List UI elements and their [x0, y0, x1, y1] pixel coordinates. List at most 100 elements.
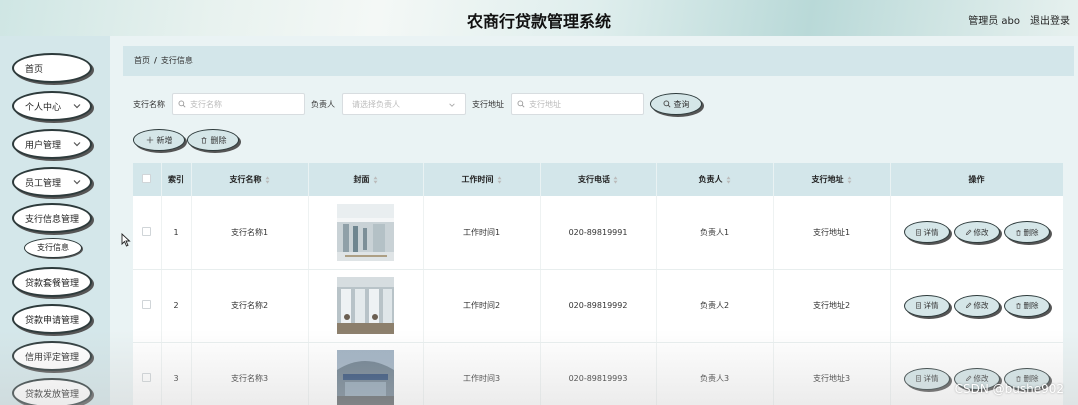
header-work-time[interactable]: 工作时间: [423, 163, 541, 196]
row-index: 2: [161, 269, 192, 343]
admin-username: 管理员 abo: [968, 16, 1020, 27]
row-work-time: 工作时间3: [423, 342, 541, 405]
row-branch-phone: 020-89819991: [540, 196, 657, 270]
sidebar-item-loan-apply[interactable]: 贷款申请管理: [12, 304, 92, 334]
row-manager: 负责人1: [656, 196, 774, 270]
logout-link[interactable]: 退出登录: [1030, 12, 1070, 27]
delete-button[interactable]: 删除: [1003, 221, 1050, 244]
edit-button-label: 修改: [973, 301, 989, 310]
sidebar-item-credit[interactable]: 信用评定管理: [12, 341, 92, 371]
page-title: 农商行贷款管理系统: [466, 12, 611, 31]
row-manager: 负责人3: [656, 342, 774, 405]
edit-button[interactable]: 修改: [953, 294, 1000, 317]
watermark: CSDN @bushe902: [954, 382, 1064, 396]
row-select-cell: [133, 196, 162, 270]
select-all-cell: [133, 163, 162, 196]
row-cover-cell: [308, 269, 424, 343]
row-checkbox[interactable]: [142, 300, 152, 309]
branch-name-input[interactable]: 支行名称: [172, 93, 305, 115]
branch-address-placeholder: 支行地址: [529, 99, 561, 109]
table-header-row: 索引 支行名称 封面 工作时间 支行电话 负责人 支行地址 操作: [133, 163, 1063, 196]
trash-icon: [1015, 303, 1021, 309]
row-checkbox[interactable]: [142, 373, 152, 382]
add-button[interactable]: 新增: [133, 129, 185, 151]
breadcrumb-home[interactable]: 首页: [134, 56, 150, 65]
sidebar-item-home[interactable]: 首页: [12, 53, 92, 83]
branch-address-input[interactable]: 支行地址: [511, 93, 644, 115]
row-work-time: 工作时间2: [423, 269, 541, 343]
edit-button[interactable]: 修改: [953, 221, 1000, 244]
row-index: 1: [161, 196, 192, 270]
document-icon: [915, 229, 921, 236]
detail-button[interactable]: 详情: [903, 367, 950, 390]
branch-address-label: 支行地址: [472, 100, 504, 109]
row-branch-address: 支行地址3: [773, 342, 891, 405]
sidebar-item-label: 首页: [25, 64, 44, 75]
sidebar-item-label: 用户管理: [25, 140, 62, 151]
search-icon: [178, 100, 186, 108]
header-label: 支行名称: [229, 175, 262, 184]
sort-icon: [726, 175, 730, 184]
header-cover[interactable]: 封面: [308, 163, 424, 196]
sidebar-item-loan-issue[interactable]: 贷款发放管理: [12, 378, 92, 405]
search-icon: [517, 100, 525, 108]
row-manager: 负责人2: [656, 269, 774, 343]
chevron-down-icon: [73, 180, 81, 185]
header-branch-address[interactable]: 支行地址: [773, 163, 891, 196]
sidebar-item-label: 信用评定管理: [25, 352, 80, 363]
detail-button-label: 详情: [923, 227, 939, 237]
row-select-cell: [133, 269, 162, 343]
branch-table: 索引 支行名称 封面 工作时间 支行电话 负责人 支行地址 操作 1 支行名称1: [133, 163, 1063, 405]
manager-label: 负责人: [311, 100, 335, 109]
row-cover-cell: [308, 196, 424, 270]
add-button-label: 新增: [156, 135, 173, 145]
detail-button[interactable]: 详情: [903, 294, 950, 317]
sidebar-subitem-branch-info[interactable]: 支行信息: [24, 238, 82, 258]
manager-select[interactable]: 请选择负责人: [342, 93, 466, 115]
row-actions: 详情 修改 删除: [890, 196, 1063, 270]
header-branch-phone[interactable]: 支行电话: [540, 163, 657, 196]
sidebar-item-label: 员工管理: [25, 178, 62, 189]
row-branch-name: 支行名称3: [191, 342, 309, 405]
sidebar-item-users[interactable]: 用户管理: [12, 129, 92, 159]
document-icon: [915, 375, 921, 382]
breadcrumb-separator: /: [154, 56, 157, 65]
batch-delete-button[interactable]: 删除: [187, 129, 239, 151]
delete-button[interactable]: 删除: [1003, 294, 1050, 317]
sidebar-item-loan-package[interactable]: 贷款套餐管理: [12, 267, 92, 297]
row-branch-name: 支行名称1: [191, 196, 309, 270]
header-index: 索引: [161, 163, 192, 196]
branch-cover-image: [337, 277, 394, 334]
sidebar: 首页 个人中心 用户管理 员工管理 支行信息管理 支行信息 贷款套餐管理 贷款申…: [0, 36, 110, 405]
sidebar-item-profile[interactable]: 个人中心: [12, 91, 92, 121]
header-manager[interactable]: 负责人: [656, 163, 774, 196]
query-button-label: 查询: [673, 99, 690, 109]
row-branch-phone: 020-89819993: [540, 342, 657, 405]
sidebar-item-label: 贷款套餐管理: [25, 278, 80, 289]
row-cover-cell: [308, 342, 424, 405]
table-row: 3 支行名称3 工作时间3 020-89819993 负责人3 支行地址3 详情…: [133, 342, 1063, 405]
header-label: 支行地址: [811, 175, 844, 184]
search-icon: [663, 100, 671, 108]
branch-name-label: 支行名称: [133, 100, 165, 109]
select-all-checkbox[interactable]: [142, 174, 152, 183]
sidebar-item-label: 贷款申请管理: [25, 315, 80, 326]
plus-icon: [146, 136, 153, 144]
row-branch-name: 支行名称2: [191, 269, 309, 343]
branch-name-placeholder: 支行名称: [190, 99, 222, 109]
sidebar-item-label: 支行信息管理: [25, 214, 80, 225]
detail-button[interactable]: 详情: [903, 221, 950, 244]
edit-button-label: 修改: [973, 227, 989, 237]
branch-cover-image: [337, 203, 394, 261]
sidebar-item-branch[interactable]: 支行信息管理: [12, 203, 92, 233]
edit-icon: [965, 302, 971, 309]
table-row: 1 支行名称1 工作时间1 020-89819991 负责人1 支行地址1 详情…: [133, 196, 1063, 270]
query-button[interactable]: 查询: [650, 93, 702, 115]
row-checkbox[interactable]: [142, 226, 152, 236]
sidebar-item-staff[interactable]: 员工管理: [12, 167, 92, 197]
delete-button-label: 删除: [1023, 301, 1039, 310]
edit-icon: [965, 375, 971, 382]
breadcrumb-current: 支行信息: [160, 56, 193, 65]
chevron-down-icon: [73, 142, 81, 147]
header-branch-name[interactable]: 支行名称: [191, 163, 309, 196]
